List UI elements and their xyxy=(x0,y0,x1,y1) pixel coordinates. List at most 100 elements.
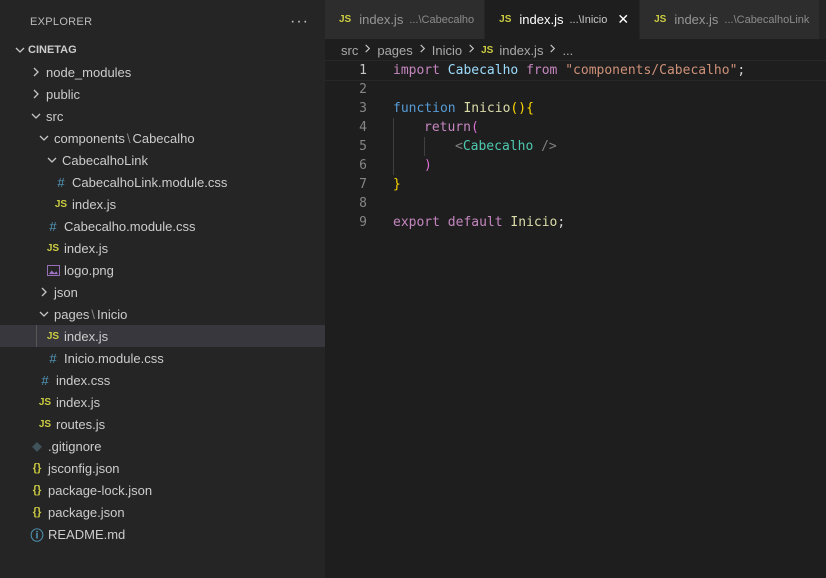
code-token: /> xyxy=(541,139,557,154)
breadcrumb-symbol[interactable]: ... xyxy=(562,43,573,58)
editor-tab[interactable]: JS index.js ...\CabecalhoLink xyxy=(640,0,821,39)
more-actions-icon[interactable]: ··· xyxy=(290,13,309,31)
css-file-icon: # xyxy=(57,174,65,190)
indent-guide xyxy=(36,325,37,347)
javascript-file-icon: JS xyxy=(481,44,494,56)
file-label: Inicio.module.css xyxy=(64,350,164,366)
indent-guide xyxy=(424,137,425,156)
code-editor[interactable]: 1 import Cabecalho from "components/Cabec… xyxy=(324,60,826,232)
code-content: } xyxy=(393,177,401,192)
code-line[interactable]: 9 export default Inicio; xyxy=(325,213,826,232)
editor-area: JS index.js ...\Cabecalho JS index.js ...\Ini… xyxy=(324,0,826,578)
folder-label-compact: Inicio xyxy=(97,306,128,322)
editor-tab[interactable]: JS index.js ...\Inicio ✕ xyxy=(485,0,641,39)
line-number: 3 xyxy=(359,101,367,116)
tab-description: ...\Inicio xyxy=(569,13,608,26)
chevron-right-icon xyxy=(418,44,427,56)
chevron-right-icon xyxy=(467,44,476,56)
code-line[interactable]: 4 return( xyxy=(325,118,826,137)
file-label: index.js xyxy=(64,240,109,256)
indent-guide xyxy=(393,156,394,175)
javascript-file-icon: JS xyxy=(339,14,352,25)
close-icon[interactable]: ✕ xyxy=(617,11,629,28)
javascript-file-icon: JS xyxy=(46,330,60,342)
code-line[interactable]: 5 <Cabecalho /> xyxy=(325,137,826,156)
git-file-icon: ◆ xyxy=(32,439,42,453)
tree-folder-cabecalholink[interactable]: CabecalhoLink xyxy=(0,149,325,171)
tree-file[interactable]: JS index.js xyxy=(0,193,325,215)
line-number: 8 xyxy=(359,196,367,211)
breadcrumb-item[interactable]: Inicio xyxy=(432,43,462,58)
tree-folder-components[interactable]: components \ Cabecalho xyxy=(0,127,325,149)
tree-folder-pages[interactable]: pages \ Inicio xyxy=(0,303,325,325)
file-label: package.json xyxy=(48,504,125,520)
file-label: jsconfig.json xyxy=(48,460,120,476)
code-content: import Cabecalho from "components/Cabeca… xyxy=(393,63,745,78)
line-number: 4 xyxy=(359,120,367,135)
tree-file[interactable]: {} package.json xyxy=(0,501,325,523)
tree-folder-public[interactable]: public xyxy=(0,83,325,105)
breadcrumb-item[interactable]: src xyxy=(341,43,358,58)
file-label: package-lock.json xyxy=(48,482,153,498)
breadcrumb-item[interactable]: pages xyxy=(377,43,412,58)
tree-file[interactable]: JS index.js xyxy=(0,325,325,347)
code-line[interactable]: 6) xyxy=(325,156,826,175)
tree-folder-node_modules[interactable]: node_modules xyxy=(0,61,325,83)
chevron-right-icon xyxy=(28,89,44,99)
code-token: < xyxy=(455,139,463,154)
code-token: return xyxy=(424,120,471,135)
tree-file[interactable]: {} jsconfig.json xyxy=(0,457,325,479)
tab-description: ...\CabecalhoLink xyxy=(724,13,810,26)
json-file-icon: {} xyxy=(32,506,42,518)
tree-file[interactable]: JS routes.js xyxy=(0,413,325,435)
chevron-right-icon xyxy=(28,67,44,77)
chevron-down-icon xyxy=(12,45,28,55)
file-label: logo.png xyxy=(64,262,114,278)
code-line[interactable]: 8 xyxy=(325,194,826,213)
javascript-file-icon: JS xyxy=(46,242,60,254)
code-line[interactable]: 3 function Inicio(){ xyxy=(325,99,826,118)
code-token: Inicio xyxy=(463,101,511,116)
file-tree: CINETAG node_modulespublic src components \ C… xyxy=(0,39,325,545)
tree-folder-src[interactable]: src xyxy=(0,105,325,127)
code-token: Cabecalho xyxy=(447,63,527,78)
tree-file[interactable]: # index.css xyxy=(0,369,325,391)
tree-file[interactable]: logo.png xyxy=(0,259,325,281)
path-separator: \ xyxy=(126,130,131,146)
explorer-title: EXPLORER xyxy=(30,16,93,28)
line-number: 7 xyxy=(359,177,367,192)
chevron-down-icon xyxy=(28,111,44,121)
code-line[interactable]: 2 xyxy=(325,80,826,99)
code-line[interactable]: 1 import Cabecalho from "components/Cabec… xyxy=(324,60,826,81)
tree-file[interactable]: # Inicio.module.css xyxy=(0,347,325,369)
code-token: "components/Cabecalho" xyxy=(565,63,738,78)
code-token: import xyxy=(393,63,448,78)
breadcrumb-file[interactable]: index.js xyxy=(499,43,543,58)
tree-file[interactable]: {} package-lock.json xyxy=(0,479,325,501)
tab-label: index.js xyxy=(359,12,404,27)
file-label: CabecalhoLink.module.css xyxy=(72,174,228,190)
code-line[interactable]: 7} xyxy=(325,175,826,194)
tree-file[interactable]: ⓘ README.md xyxy=(0,523,325,545)
css-file-icon: # xyxy=(49,218,57,234)
line-number: 5 xyxy=(359,139,367,154)
tree-file[interactable]: # Cabecalho.module.css xyxy=(0,215,325,237)
image-file-icon xyxy=(44,264,62,276)
tree-file[interactable]: JS index.js xyxy=(0,237,325,259)
tree-folder-json[interactable]: json xyxy=(0,281,325,303)
folder-label: CabecalhoLink xyxy=(62,152,149,168)
file-label: index.js xyxy=(56,394,101,410)
tree-file[interactable]: # CabecalhoLink.module.css xyxy=(0,171,325,193)
editor-tab[interactable]: JS index.js ...\Cabecalho xyxy=(325,0,486,39)
file-label: .gitignore xyxy=(48,438,102,454)
folder-label: node_modules xyxy=(46,64,132,80)
tree-file[interactable]: ◆ .gitignore xyxy=(0,435,325,457)
explorer-root-folder[interactable]: CINETAG xyxy=(0,39,325,61)
tree-file[interactable]: JS index.js xyxy=(0,391,325,413)
chevron-right-icon xyxy=(36,287,52,297)
javascript-file-icon: JS xyxy=(54,198,68,210)
chevron-right-icon xyxy=(548,44,557,56)
code-content: export default Inicio; xyxy=(393,215,565,230)
breadcrumb: src pages Inicio JS index.js... xyxy=(325,39,826,61)
path-separator: \ xyxy=(91,306,96,322)
